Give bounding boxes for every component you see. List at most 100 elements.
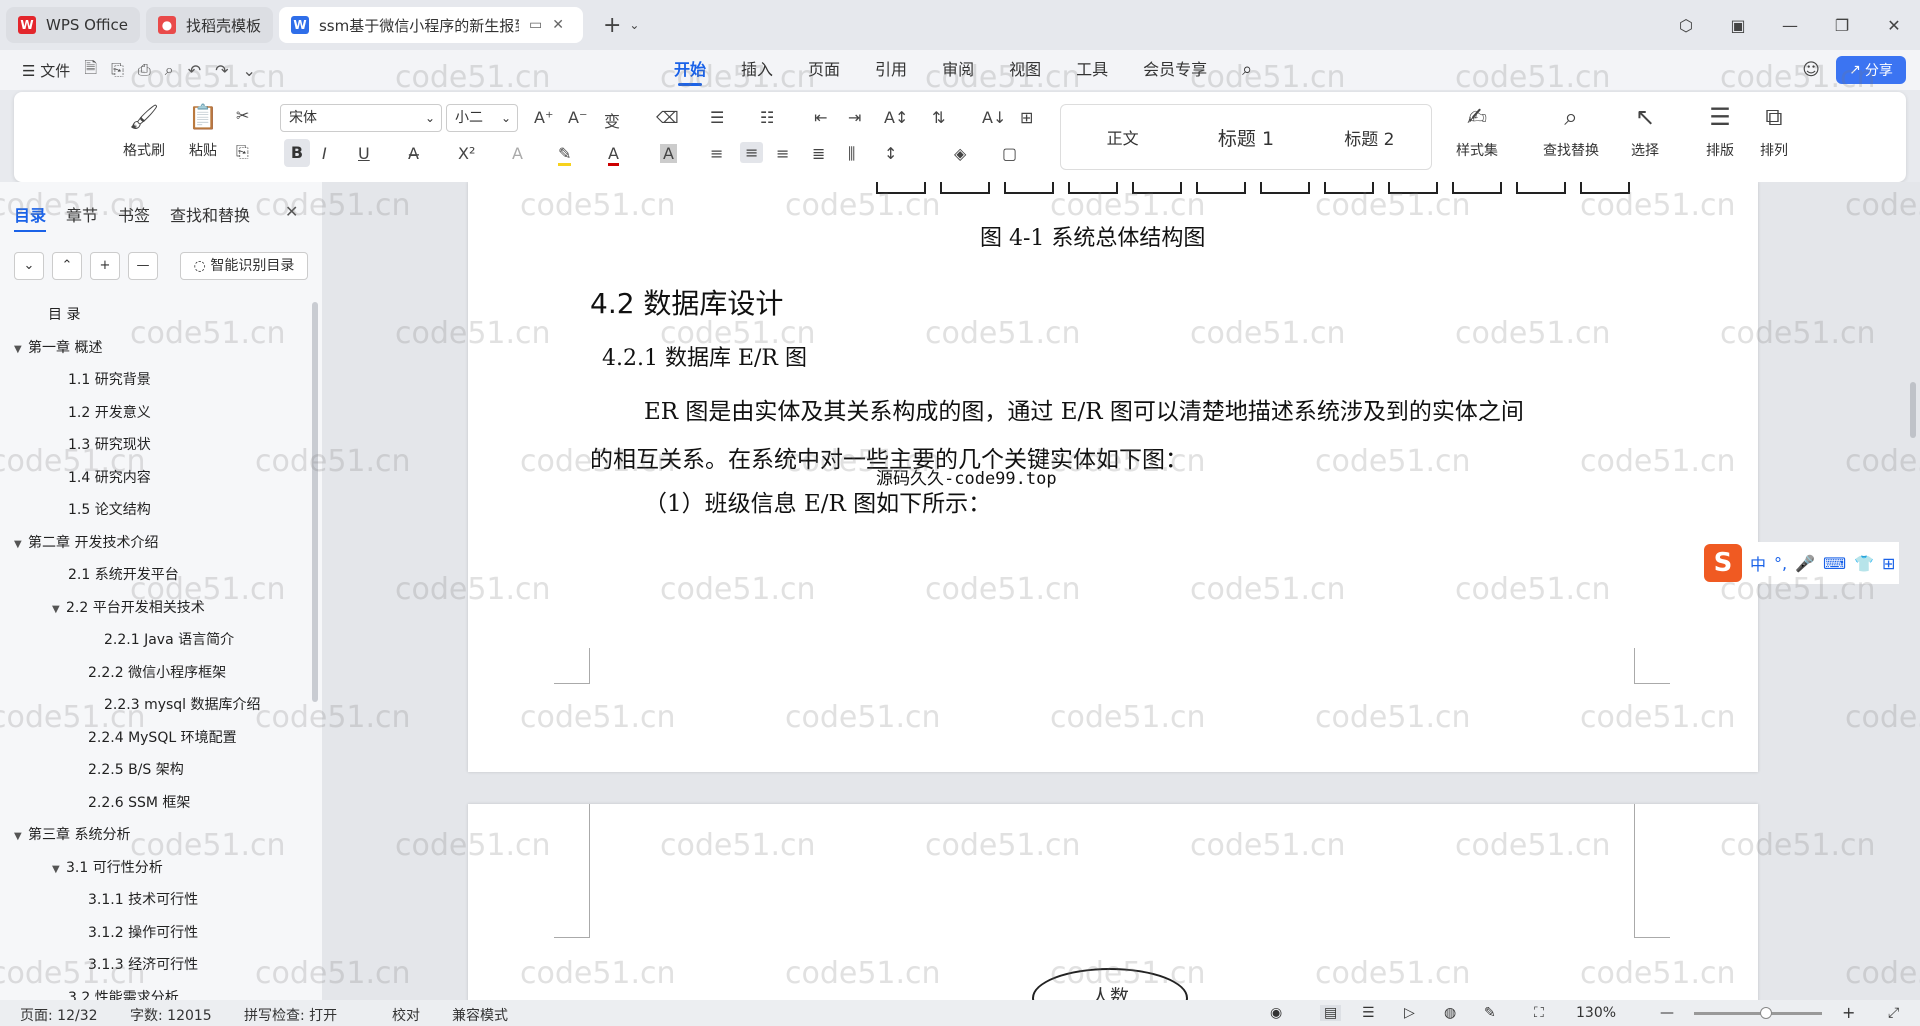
web-view-icon[interactable]: ◍ xyxy=(1444,1005,1456,1021)
sogou-logo-icon[interactable]: S xyxy=(1704,544,1742,582)
line-spacing-icon[interactable]: ↕ xyxy=(884,144,897,163)
expand-arrow-icon[interactable]: ▼ xyxy=(52,604,66,615)
superscript-button[interactable]: X² xyxy=(458,144,475,163)
tab-wps-office[interactable]: W WPS Office xyxy=(6,7,140,43)
shrink-font-icon[interactable]: A⁻ xyxy=(568,108,587,127)
chat-icon[interactable]: ☺ xyxy=(1802,60,1820,80)
decrease-indent-icon[interactable]: ⇤ xyxy=(814,108,827,127)
highlight-button[interactable]: ✎ xyxy=(558,144,572,166)
zoom-level[interactable]: 130% xyxy=(1576,1005,1616,1021)
keyboard-icon[interactable]: ⌨ xyxy=(1823,554,1846,573)
tab-bookmarks[interactable]: 书签 xyxy=(118,202,150,232)
style-heading-1[interactable]: 标题 1 xyxy=(1184,124,1307,151)
tab-window-icon[interactable]: ▭ xyxy=(529,17,542,33)
expand-arrow-icon[interactable]: ▼ xyxy=(52,864,66,875)
toc-item[interactable]: ▼ 第二章 开发技术介绍 xyxy=(14,532,158,552)
tab-document[interactable]: W ssm基于微信小程序的新生报到 ▭ ✕ xyxy=(278,7,583,43)
tab-chapters[interactable]: 章节 xyxy=(66,202,98,232)
menu-member[interactable]: 会员专享 xyxy=(1143,50,1207,90)
numbered-list-icon[interactable]: ☷ xyxy=(760,108,774,127)
toc-item[interactable]: 2.2.2 微信小程序框架 xyxy=(88,662,226,682)
zoom-slider[interactable] xyxy=(1694,1012,1822,1015)
expand-arrow-icon[interactable]: ▼ xyxy=(14,539,28,550)
menu-page[interactable]: 页面 xyxy=(808,50,840,90)
tab-list-chevron-icon[interactable]: ⌄ xyxy=(629,18,639,32)
toc-item[interactable]: 1.1 研究背景 xyxy=(68,369,151,389)
menu-tools[interactable]: 工具 xyxy=(1076,50,1108,90)
punctuation-icon[interactable]: °, xyxy=(1774,554,1787,573)
layout-button[interactable]: ☰ 排版 xyxy=(1696,100,1744,160)
toc-item[interactable]: 2.1 系统开发平台 xyxy=(68,564,179,584)
toc-item[interactable]: 2.2.4 MySQL 环境配置 xyxy=(88,727,237,747)
phonetic-icon[interactable]: 变 xyxy=(604,108,620,132)
menu-view[interactable]: 视图 xyxy=(1009,50,1041,90)
distribute-icon[interactable]: ⫼ xyxy=(848,144,855,164)
style-heading-2[interactable]: 标题 2 xyxy=(1308,125,1431,150)
shading-icon[interactable]: ◈ xyxy=(954,144,966,163)
font-family-select[interactable]: 宋体 ⌄ xyxy=(280,104,442,132)
export-icon[interactable]: ⎘ xyxy=(111,60,124,80)
style-set-button[interactable]: ✍ 样式集 xyxy=(1444,100,1510,160)
paste-button[interactable]: 📋 粘贴 xyxy=(178,100,228,160)
search-icon[interactable]: ⌕ xyxy=(1242,50,1252,90)
menu-references[interactable]: 引用 xyxy=(875,50,907,90)
ime-language[interactable]: 中 xyxy=(1750,551,1766,575)
menu-home[interactable]: 开始 xyxy=(674,50,706,90)
text-direction-icon[interactable]: A↕ xyxy=(884,108,908,127)
close-icon[interactable]: ✕ xyxy=(1868,16,1920,35)
toc-item[interactable]: 1.2 开发意义 xyxy=(68,402,151,422)
expand-icon[interactable]: ⌄ xyxy=(14,252,44,280)
redo-icon[interactable]: ↷ xyxy=(215,61,228,80)
toc-item[interactable]: 1.4 研究内容 xyxy=(68,467,151,487)
word-count[interactable]: 字数: 12015 xyxy=(130,1005,212,1025)
toc-item[interactable]: 目 录 xyxy=(48,304,80,324)
find-replace-button[interactable]: ⌕ 查找替换 xyxy=(1534,100,1608,160)
avatar[interactable]: ▣ xyxy=(1712,16,1764,35)
share-button[interactable]: ↗ 分享 xyxy=(1836,56,1906,84)
toc-item[interactable]: ▼ 第三章 系统分析 xyxy=(14,824,130,844)
increase-indent-icon[interactable]: ⇥ xyxy=(848,108,861,127)
fit-icon[interactable]: ⛶ xyxy=(1534,1005,1544,1021)
style-normal[interactable]: 正文 xyxy=(1061,125,1184,149)
strikethrough-button[interactable]: A̶ xyxy=(408,144,419,163)
table-grid-icon[interactable]: ⊞ xyxy=(1020,108,1033,127)
proofread[interactable]: 校对 xyxy=(392,1005,420,1025)
cut-icon[interactable]: ✂ xyxy=(236,106,249,125)
panel-close-icon[interactable]: ✕ xyxy=(285,202,298,221)
tab-template[interactable]: ● 找稻壳模板 xyxy=(145,7,273,43)
select-button[interactable]: ↖ 选择 xyxy=(1618,100,1672,160)
restore-icon[interactable]: ❐ xyxy=(1816,16,1868,35)
grid-icon[interactable]: ⊞ xyxy=(1882,554,1895,573)
undo-icon[interactable]: ↶ xyxy=(188,61,201,80)
toc-item[interactable]: 2.2.6 SSM 框架 xyxy=(88,792,190,812)
minimize-icon[interactable]: — xyxy=(1764,16,1816,35)
text-effect-button[interactable]: A xyxy=(512,144,523,163)
font-size-select[interactable]: 小二 ⌄ xyxy=(446,104,518,132)
zoom-out-icon[interactable]: — xyxy=(1660,1005,1674,1021)
panel-scrollbar[interactable] xyxy=(312,302,318,702)
justify-icon[interactable]: ≣ xyxy=(812,144,825,163)
fullscreen-icon[interactable]: ⤢ xyxy=(1888,1005,1899,1021)
align-right-icon[interactable]: ≡ xyxy=(776,144,789,163)
char-shading-button[interactable]: A xyxy=(660,144,677,163)
font-color-button[interactable]: A xyxy=(608,144,619,166)
more-chevron-icon[interactable]: ⌄ xyxy=(243,61,256,80)
expand-arrow-icon[interactable]: ▼ xyxy=(14,831,28,842)
skin-icon[interactable]: 👕 xyxy=(1854,554,1874,573)
expand-arrow-icon[interactable]: ▼ xyxy=(14,344,28,355)
page-count[interactable]: 页面: 12/32 xyxy=(20,1005,98,1025)
tab-find-replace[interactable]: 查找和替换 xyxy=(170,202,250,232)
toc-item[interactable]: ▼ 第一章 概述 xyxy=(14,337,102,357)
align-left-icon[interactable]: ≡ xyxy=(710,144,723,163)
zoom-in-icon[interactable]: + xyxy=(1842,1003,1855,1022)
smart-toc-button[interactable]: ◌ 智能识别目录 xyxy=(180,252,308,280)
tab-close-icon[interactable]: ✕ xyxy=(552,17,564,33)
toc-item[interactable]: 3.1.1 技术可行性 xyxy=(88,889,198,909)
zoom-slider-handle[interactable] xyxy=(1760,1007,1772,1019)
file-menu[interactable]: ☰ 文件 xyxy=(22,60,70,81)
print-icon[interactable]: ⎙ xyxy=(138,60,151,80)
sort-icon[interactable]: ⇅ xyxy=(932,108,945,127)
remove-icon[interactable]: — xyxy=(128,252,158,280)
bullet-list-icon[interactable]: ☰ xyxy=(710,108,724,127)
arrange-button[interactable]: ⧉ 排列 xyxy=(1750,100,1798,160)
